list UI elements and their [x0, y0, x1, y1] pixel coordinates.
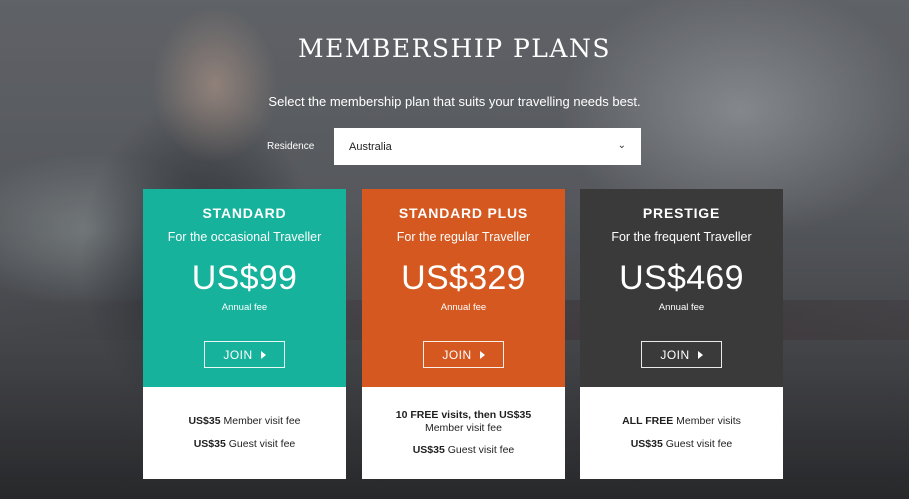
- plan-tagline: For the frequent Traveller: [611, 230, 752, 244]
- page-subtitle: Select the membership plan that suits yo…: [268, 94, 641, 109]
- plan-fee-label: Annual fee: [440, 302, 487, 313]
- plan-card-details: ALL FREE Member visits US$35 Guest visit…: [580, 387, 783, 479]
- join-button-label: JOIN: [442, 347, 472, 362]
- plan-detail-line: US$35 Guest visit fee: [413, 444, 515, 457]
- plan-detail-line: US$35 Member visit fee: [188, 415, 300, 428]
- plan-detail-bold: US$35: [412, 444, 445, 457]
- plan-detail-line: 10 FREE visits, then US$35 Member visit …: [396, 409, 531, 434]
- plan-detail-line: US$35 Guest visit fee: [194, 438, 296, 451]
- chevron-down-icon: ⌄: [617, 140, 626, 151]
- plan-card-standard-plus: STANDARD PLUS For the regular Traveller …: [362, 189, 565, 479]
- join-button-label: JOIN: [660, 347, 690, 362]
- plan-name: PRESTIGE: [642, 205, 721, 221]
- residence-select[interactable]: Australia ⌄: [334, 128, 641, 165]
- plan-price: US$469: [619, 259, 744, 297]
- plan-tagline: For the regular Traveller: [396, 230, 531, 244]
- residence-selected-value: Australia: [349, 140, 392, 153]
- plan-detail-text: Member visit fee: [220, 415, 301, 428]
- caret-right-icon: [479, 350, 485, 359]
- plan-detail-bold: US$35: [188, 415, 221, 428]
- plan-tagline: For the occasional Traveller: [167, 230, 322, 244]
- plan-detail-bold: US$35: [630, 438, 663, 450]
- plan-detail-bold: ALL FREE: [622, 415, 674, 428]
- join-button-label: JOIN: [223, 347, 253, 362]
- plan-card-header: PRESTIGE For the frequent Traveller US$4…: [580, 189, 783, 387]
- plan-fee-label: Annual fee: [658, 302, 705, 313]
- plan-detail-text: Member visit fee: [424, 421, 502, 434]
- plan-price: US$99: [191, 259, 298, 297]
- plan-card-details: US$35 Member visit fee US$35 Guest visit…: [143, 387, 346, 479]
- plan-detail-line: ALL FREE Member visits: [622, 415, 741, 428]
- plan-card-header: STANDARD PLUS For the regular Traveller …: [362, 189, 565, 387]
- caret-right-icon: [697, 350, 703, 359]
- plan-detail-line: US$35 Guest visit fee: [631, 438, 733, 451]
- caret-right-icon: [260, 350, 266, 359]
- plan-name: STANDARD PLUS: [398, 205, 529, 221]
- plan-detail-bold: 10 FREE visits, then US$35: [395, 409, 532, 422]
- plan-price: US$329: [401, 259, 526, 297]
- plan-detail-text: Guest visit fee: [444, 444, 515, 457]
- plan-detail-text: Member visits: [673, 415, 741, 428]
- plan-card-header: STANDARD For the occasional Traveller US…: [143, 189, 346, 387]
- plan-fee-label: Annual fee: [221, 302, 268, 313]
- join-button[interactable]: JOIN: [641, 341, 722, 368]
- plan-detail-text: Guest visit fee: [662, 438, 733, 450]
- plan-card-details: 10 FREE visits, then US$35 Member visit …: [362, 387, 565, 479]
- plan-card-standard: STANDARD For the occasional Traveller US…: [143, 189, 346, 479]
- plan-card-prestige: PRESTIGE For the frequent Traveller US$4…: [580, 189, 783, 479]
- residence-label: Residence: [267, 141, 315, 152]
- join-button[interactable]: JOIN: [423, 341, 504, 368]
- page-title: MEMBERSHIP PLANS: [298, 34, 611, 63]
- plan-detail-text: Guest visit fee: [225, 438, 296, 450]
- plan-name: STANDARD: [202, 205, 287, 221]
- plan-detail-bold: US$35: [193, 438, 226, 450]
- join-button[interactable]: JOIN: [204, 341, 285, 368]
